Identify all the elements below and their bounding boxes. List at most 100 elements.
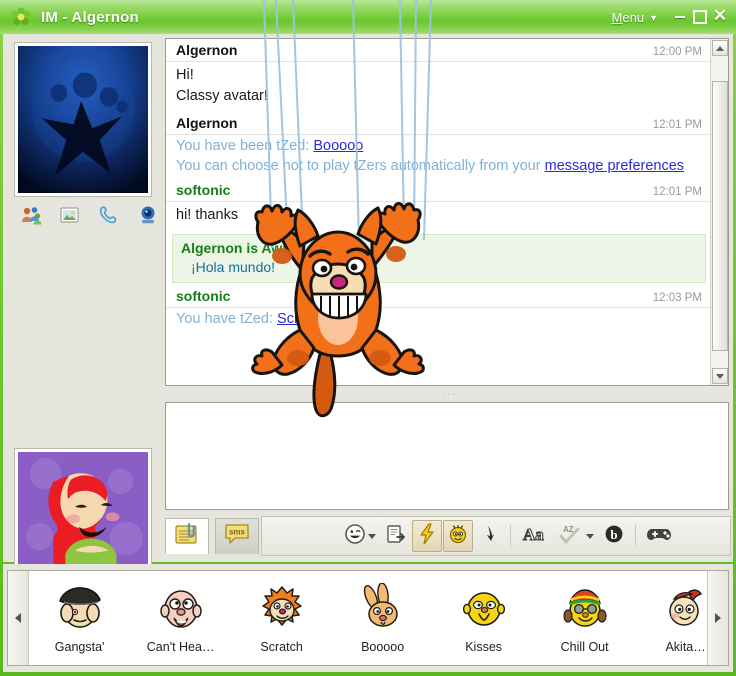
- svg-text:b: b: [610, 527, 617, 542]
- emoticon-item[interactable]: Scratch: [231, 583, 332, 654]
- scratch-cat-icon: [256, 583, 308, 638]
- scroll-up-button[interactable]: [712, 40, 728, 56]
- emoticon-item[interactable]: Booooo: [332, 583, 433, 654]
- buzz-bee-icon: [447, 523, 469, 550]
- message-composer[interactable]: [165, 402, 729, 510]
- emoticon-list: Gangsta': [29, 571, 707, 665]
- svg-text:sms: sms: [229, 528, 246, 537]
- chill-out-face-icon: [559, 583, 611, 638]
- chevron-down-icon: [586, 534, 594, 539]
- tzer-more-button[interactable]: [474, 520, 504, 552]
- games-button[interactable]: [642, 520, 676, 552]
- system-text: You have been tZed:: [176, 138, 313, 154]
- svg-text:Aa: Aa: [523, 525, 544, 544]
- chat-vertical-scrollbar[interactable]: [710, 39, 728, 385]
- emoticon-button[interactable]: [340, 520, 380, 552]
- chat-scroll-area[interactable]: Algernon 12:00 PM Hi! Classy avatar! Alg…: [166, 39, 712, 385]
- contact-avatar[interactable]: [14, 42, 152, 197]
- font-aa-icon: Aa: [521, 524, 549, 549]
- message-timestamp: 12:01 PM: [653, 186, 702, 198]
- system-text: You have tZed:: [176, 311, 277, 327]
- toolbar-separator: [635, 525, 636, 547]
- message-sender: Algernon: [176, 115, 237, 131]
- sms-bubble-icon: sms: [223, 522, 251, 551]
- system-message-body: You have tZed: Scratch: [166, 308, 712, 332]
- emoticon-item[interactable]: Kisses: [433, 583, 534, 654]
- svg-text:AZ: AZ: [563, 525, 574, 534]
- pane-splitter[interactable]: ····: [165, 388, 729, 402]
- emoticon-label: Chill Out: [561, 640, 609, 654]
- message-input[interactable]: [166, 403, 728, 509]
- emoticon-label: Gangsta': [55, 640, 105, 654]
- contact-action-icons: [20, 202, 152, 228]
- window-body: Algernon 12:00 PM Hi! Classy avatar! Alg…: [3, 34, 733, 562]
- kisses-face-icon: [458, 583, 510, 638]
- chevron-down-icon: ▼: [649, 13, 658, 23]
- self-avatar-image: [18, 452, 148, 564]
- akita-face-icon: [660, 583, 707, 638]
- emoticon-item[interactable]: Chill Out: [534, 583, 635, 654]
- message-body: hi! thanks: [166, 202, 712, 230]
- message-timestamp: 12:03 PM: [653, 292, 702, 304]
- emoticon-next-button[interactable]: [707, 571, 728, 665]
- small-arrow-icon: [483, 524, 495, 549]
- system-line: You have been tZed: Booooo: [176, 136, 702, 157]
- contacts-icon[interactable]: [20, 204, 42, 226]
- cant-hear-face-icon: [155, 583, 207, 638]
- smiley-icon: [344, 523, 366, 550]
- emoticon-item[interactable]: Akita…: [635, 583, 707, 654]
- self-avatar[interactable]: [14, 448, 152, 568]
- emoticon-label: Scratch: [260, 640, 302, 654]
- photo-icon[interactable]: [59, 204, 81, 226]
- close-button[interactable]: ✕: [710, 6, 730, 28]
- menu-label: Menu: [612, 10, 645, 25]
- emoticon-prev-button[interactable]: [8, 571, 29, 665]
- green-flower-logo-icon: [10, 6, 32, 28]
- message-line: hi! thanks: [176, 205, 702, 226]
- font-button[interactable]: Aa: [517, 520, 553, 552]
- message-sender: Algernon: [176, 42, 237, 58]
- send-file-button[interactable]: [381, 520, 411, 552]
- notepad-clip-icon: [174, 522, 200, 551]
- conversation-pane: Algernon 12:00 PM Hi! Classy avatar! Alg…: [163, 34, 733, 562]
- im-tab[interactable]: [165, 518, 209, 554]
- minimize-button[interactable]: [670, 6, 690, 28]
- maximize-button[interactable]: [690, 6, 710, 28]
- menu-button[interactable]: Menu ▼: [612, 10, 658, 25]
- emoticon-label: Can't Hea…: [147, 640, 215, 654]
- system-line: You have tZed: Scratch: [176, 309, 702, 330]
- tzer-button[interactable]: [443, 520, 473, 552]
- splitter-grip: ····: [436, 390, 457, 400]
- message-header: softonic 12:01 PM: [166, 179, 712, 202]
- tzer-link[interactable]: Scratch: [277, 311, 326, 327]
- phone-icon[interactable]: [98, 204, 120, 226]
- spellcheck-button[interactable]: AZ: [554, 520, 598, 552]
- emoticon-strip-inner: Gangsta': [7, 570, 729, 666]
- chat-history: Algernon 12:00 PM Hi! Classy avatar! Alg…: [165, 38, 729, 386]
- scroll-down-arrow-icon: [716, 374, 724, 379]
- contact-avatar-image: [18, 46, 148, 193]
- tzer-link[interactable]: Booooo: [313, 138, 363, 154]
- emoticon-label: Booooo: [361, 640, 404, 654]
- blog-button[interactable]: b: [599, 520, 629, 552]
- emoticon-item[interactable]: Can't Hea…: [130, 583, 231, 654]
- chevron-down-icon: [368, 534, 376, 539]
- chevron-left-icon: [15, 613, 21, 623]
- composer-tabs: sms: [165, 518, 259, 554]
- scroll-down-button[interactable]: [712, 368, 728, 384]
- nudge-button[interactable]: [412, 520, 442, 552]
- message-sender: softonic: [176, 288, 230, 304]
- webcam-icon[interactable]: [137, 204, 159, 226]
- scrollbar-thumb[interactable]: [712, 81, 728, 351]
- format-toolbar: Aa AZ: [261, 516, 731, 556]
- booooo-bunny-icon: [357, 583, 409, 638]
- emoticon-label: Akita…: [665, 640, 705, 654]
- menu-label-rest: enu: [622, 10, 644, 25]
- scroll-up-arrow-icon: [716, 46, 724, 51]
- message-preferences-link[interactable]: message preferences: [545, 158, 684, 174]
- away-status-box: Algernon is Away ¡Hola mundo!: [172, 234, 706, 283]
- emoticon-item[interactable]: Gangsta': [29, 583, 130, 654]
- game-controller-icon: [646, 524, 672, 549]
- away-status-title: Algernon is Away: [181, 240, 697, 256]
- sms-tab[interactable]: sms: [215, 518, 259, 554]
